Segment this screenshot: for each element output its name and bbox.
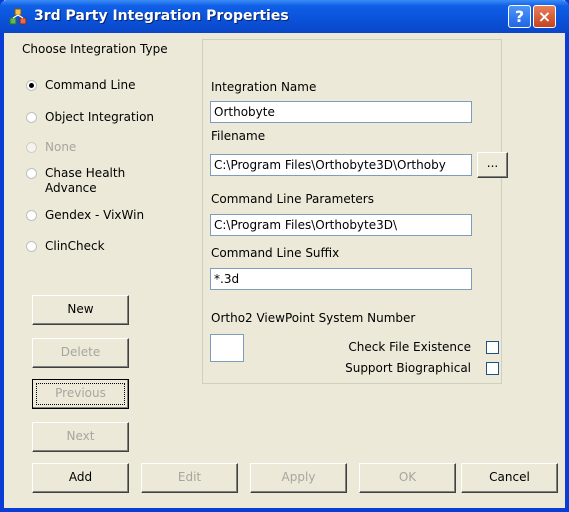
add-button[interactable]: Add	[32, 463, 129, 493]
integration-details-group: Integration Name Orthobyte Filename C:\P…	[202, 39, 508, 384]
radio-object-integration[interactable]: Object Integration	[26, 110, 154, 124]
window-title: 3rd Party Integration Properties	[34, 8, 289, 24]
dialog-content: Choose Integration Type Command Line Obj…	[4, 33, 565, 508]
radio-icon	[26, 241, 37, 252]
radio-gendex-vixwin[interactable]: Gendex - VixWin	[26, 208, 144, 222]
next-button[interactable]: Next	[32, 422, 129, 452]
new-button[interactable]: New	[32, 295, 129, 325]
radio-icon	[26, 210, 37, 221]
previous-button[interactable]: Previous	[32, 379, 129, 409]
close-button[interactable]: ×	[533, 5, 556, 28]
dialog-window: 3rd Party Integration Properties ? × Cho…	[0, 0, 569, 512]
radio-label: Gendex - VixWin	[45, 208, 145, 222]
cancel-button[interactable]: Cancel	[461, 463, 558, 493]
radio-clincheck[interactable]: ClinCheck	[26, 239, 105, 253]
cmd-suffix-label: Command Line Suffix	[211, 246, 340, 260]
cmd-params-input[interactable]: C:\Program Files\Orthobyte3D\	[210, 214, 472, 236]
filename-input[interactable]: C:\Program Files\Orthobyte3D\Orthoby	[210, 154, 472, 176]
radio-icon	[26, 112, 37, 123]
radio-label: Command Line	[45, 78, 136, 92]
integration-name-label: Integration Name	[211, 80, 317, 94]
radio-icon	[26, 168, 37, 179]
title-bar[interactable]: 3rd Party Integration Properties ? ×	[0, 0, 569, 33]
radio-selected-icon	[26, 80, 37, 91]
support-biographical-checkbox[interactable]	[486, 362, 499, 375]
radio-label: None	[45, 140, 77, 154]
apply-button[interactable]: Apply	[250, 463, 347, 493]
system-number-label: Ortho2 ViewPoint System Number	[211, 311, 416, 325]
cmd-params-label: Command Line Parameters	[211, 192, 374, 206]
filename-label: Filename	[211, 129, 266, 143]
radio-label: ClinCheck	[45, 239, 105, 253]
radio-chase-health-advance[interactable]: Chase Health Advance	[26, 166, 140, 196]
browse-button[interactable]: ...	[477, 152, 508, 178]
system-number-input[interactable]	[210, 334, 244, 362]
help-button[interactable]: ?	[508, 5, 531, 28]
cmd-suffix-input[interactable]: *.3d	[210, 268, 472, 290]
check-file-existence-label: Check File Existence	[348, 340, 471, 354]
radio-none[interactable]: None	[26, 140, 76, 154]
integration-name-input[interactable]: Orthobyte	[210, 101, 472, 123]
check-file-existence-checkbox[interactable]	[486, 341, 499, 354]
ok-button[interactable]: OK	[359, 463, 456, 493]
radio-icon	[26, 142, 37, 153]
support-biographical-label: Support Biographical	[345, 361, 471, 375]
integration-type-heading: Choose Integration Type	[22, 42, 168, 56]
delete-button[interactable]: Delete	[32, 338, 129, 368]
radio-label: Object Integration	[45, 110, 155, 124]
edit-button[interactable]: Edit	[141, 463, 238, 493]
integration-app-icon	[9, 8, 27, 25]
radio-label: Chase Health Advance	[45, 166, 126, 195]
radio-command-line[interactable]: Command Line	[26, 78, 136, 92]
